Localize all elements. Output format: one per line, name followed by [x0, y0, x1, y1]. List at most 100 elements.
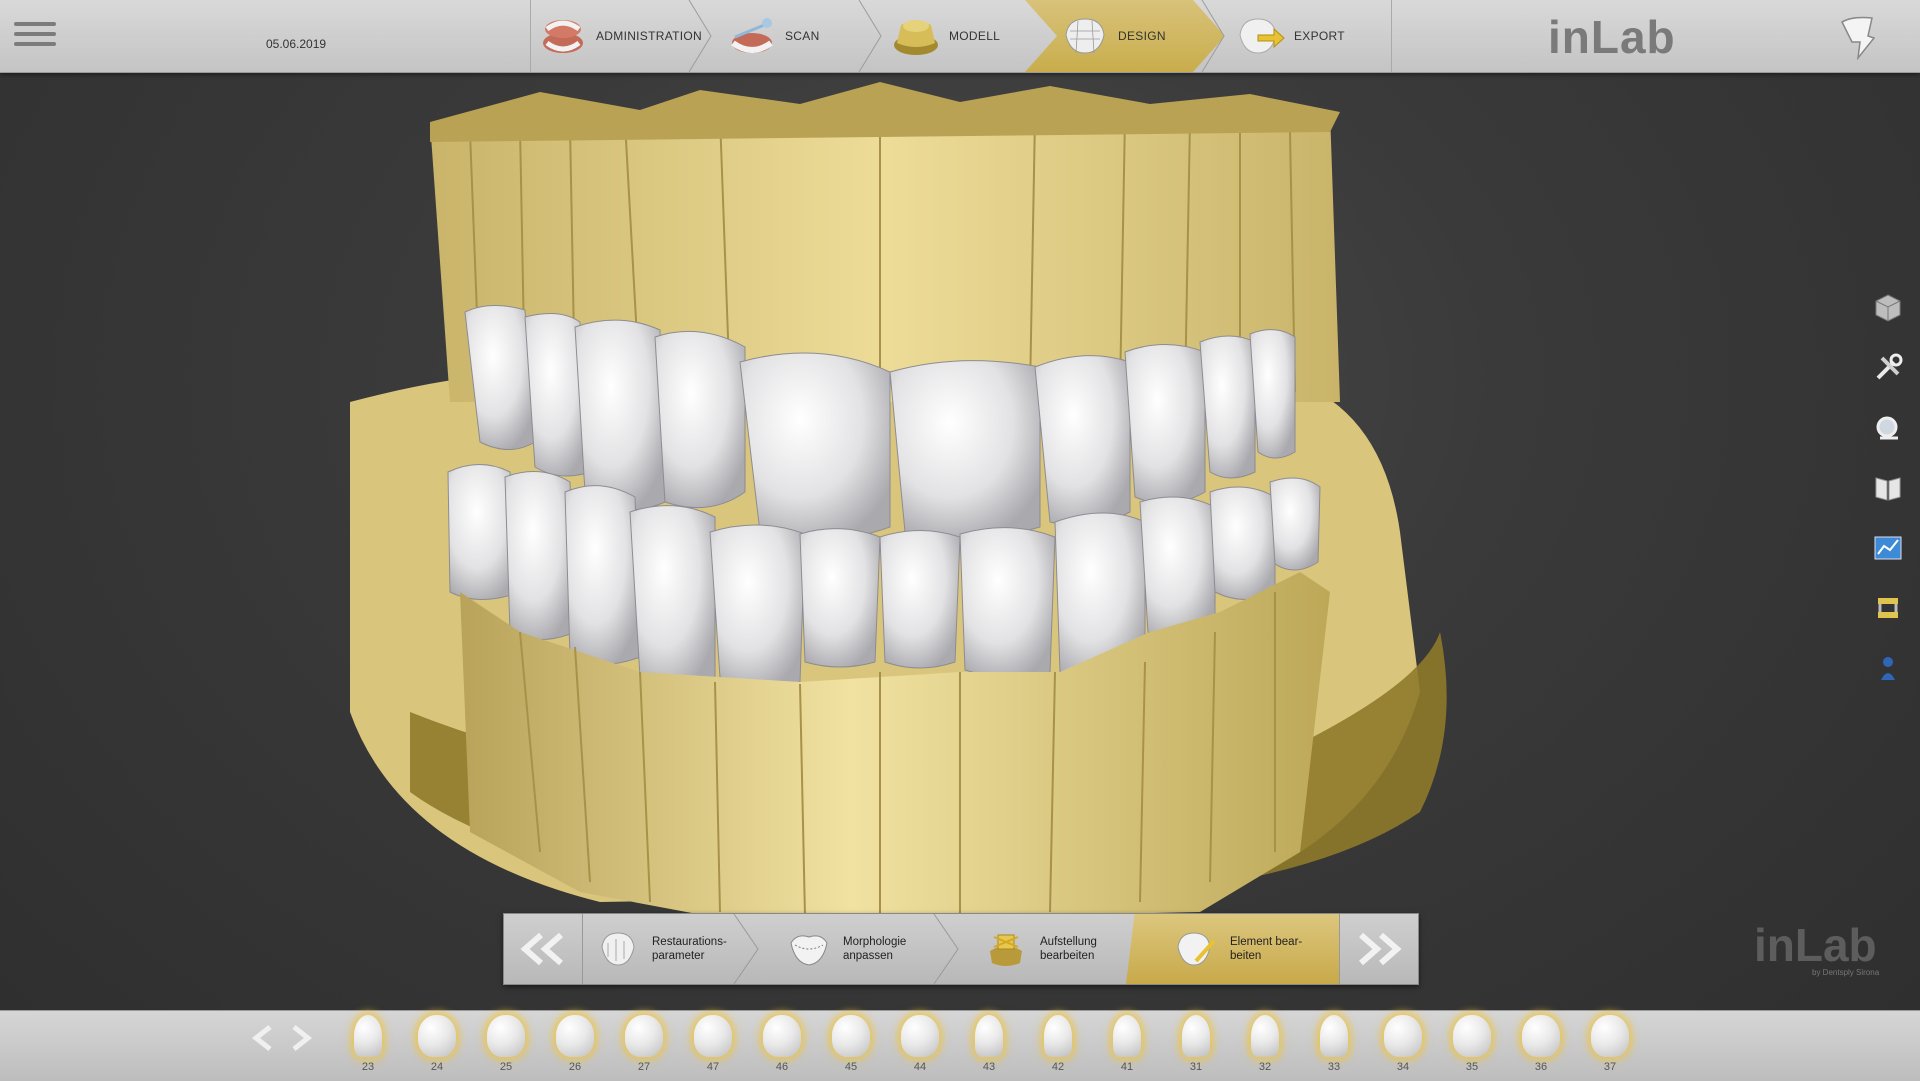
- tooth-36[interactable]: 36: [1516, 1013, 1566, 1075]
- tooth-43[interactable]: 43: [964, 1013, 1014, 1075]
- tooth-24[interactable]: 24: [412, 1013, 462, 1075]
- tooth-number: 27: [637, 1061, 651, 1073]
- tooth-33[interactable]: 33: [1309, 1013, 1359, 1075]
- design-icon: [1065, 18, 1105, 54]
- tooth-number: 46: [775, 1061, 789, 1073]
- phase-label: EXPORT: [1294, 29, 1345, 43]
- step-label: Aufstellung bearbeiten: [1040, 936, 1097, 962]
- tooth-number: 34: [1396, 1061, 1410, 1073]
- hamburger-menu-icon[interactable]: [14, 16, 56, 56]
- tooth-27[interactable]: 27: [619, 1013, 669, 1075]
- tooth-31[interactable]: 31: [1171, 1013, 1221, 1075]
- tooth-number: 32: [1258, 1061, 1272, 1073]
- case-date: 05.06.2019: [266, 37, 327, 51]
- right-toolbar: [1870, 290, 1910, 710]
- tooth-45[interactable]: 45: [826, 1013, 876, 1075]
- tooth-number: 23: [361, 1061, 375, 1073]
- top-bar: 05.06.2019 ADMINISTRATION SCAN MODELL DE…: [0, 0, 1920, 73]
- step-label: Element bear- beiten: [1230, 936, 1303, 962]
- tooth-number: 25: [499, 1061, 513, 1073]
- edit-element-icon: [1177, 932, 1216, 966]
- inlab-logo: inLab: [1548, 11, 1676, 63]
- tooth-number: 33: [1327, 1061, 1341, 1073]
- phase-separator: [1201, 0, 1225, 72]
- step-separator: [733, 914, 759, 984]
- tooth-47[interactable]: 47: [688, 1013, 738, 1075]
- design-workflow-bar: Restaurations- parameter Morphologie anp…: [503, 913, 1419, 985]
- tooth-number: 36: [1534, 1061, 1548, 1073]
- phase-scan[interactable]: SCAN: [727, 0, 820, 72]
- tooth-crown-icon: [556, 1015, 594, 1057]
- tooth-selection-strip: 23 24 25 26 27 47 46 45 44 43 42 41 31 32 33 34 35 36 37: [0, 1010, 1920, 1081]
- tooth-23[interactable]: 23: [343, 1013, 393, 1075]
- tooth-34[interactable]: 34: [1378, 1013, 1428, 1075]
- step-edit-element[interactable]: Element bear- beiten: [1174, 914, 1302, 984]
- phase-separator: [688, 0, 712, 72]
- tooth-crown-icon: [1320, 1015, 1348, 1057]
- dental-3d-viewport[interactable]: [0, 72, 1880, 1010]
- cube-view-icon[interactable]: [1870, 290, 1906, 326]
- tooth-crown-icon: [1591, 1015, 1629, 1057]
- tooth-crown-icon: [354, 1015, 382, 1057]
- step-setup[interactable]: Aufstellung bearbeiten: [984, 914, 1097, 984]
- tooth-44[interactable]: 44: [895, 1013, 945, 1075]
- tooth-number: 44: [913, 1061, 927, 1073]
- tooth-42[interactable]: 42: [1033, 1013, 1083, 1075]
- tooth-crown-icon: [625, 1015, 663, 1057]
- exit-icon[interactable]: [1838, 14, 1878, 60]
- tooth-crown-icon: [418, 1015, 456, 1057]
- tooth-32[interactable]: 32: [1240, 1013, 1290, 1075]
- previous-step-button[interactable]: [504, 914, 583, 984]
- phase-export[interactable]: EXPORT: [1236, 0, 1345, 72]
- magnifier-icon[interactable]: [1870, 410, 1906, 446]
- tooth-number: 43: [982, 1061, 996, 1073]
- tools-icon[interactable]: [1870, 350, 1906, 386]
- morphology-icon: [790, 935, 828, 966]
- tooth-37[interactable]: 37: [1585, 1013, 1635, 1075]
- tooth-number: 42: [1051, 1061, 1065, 1073]
- tooth-crown-icon: [487, 1015, 525, 1057]
- next-step-button[interactable]: [1339, 914, 1418, 984]
- double-chevron-left-icon: [520, 932, 563, 966]
- tooth-crown-icon: [1522, 1015, 1560, 1057]
- step-label: Morphologie anpassen: [843, 936, 907, 962]
- chart-icon[interactable]: [1870, 530, 1906, 566]
- phase-label: DESIGN: [1118, 29, 1166, 43]
- step-separator: [933, 914, 959, 984]
- tooth-25[interactable]: 25: [481, 1013, 531, 1075]
- tooth-crown-icon: [832, 1015, 870, 1057]
- phase-administration[interactable]: ADMINISTRATION: [538, 0, 702, 72]
- tooth-46[interactable]: 46: [757, 1013, 807, 1075]
- tooth-crown-icon: [1044, 1015, 1072, 1057]
- dentsply-sirona-label: by Dentsply Sirona: [1812, 968, 1880, 977]
- tooth-crown-icon: [694, 1015, 732, 1057]
- tooth-crown-icon: [1384, 1015, 1422, 1057]
- tooth-number: 26: [568, 1061, 582, 1073]
- tooth-crown-icon: [901, 1015, 939, 1057]
- tooth-crown-icon: [975, 1015, 1003, 1057]
- restoration-parameter-icon: [601, 932, 635, 966]
- double-chevron-right-icon: [1359, 932, 1402, 966]
- tooth-number: 47: [706, 1061, 720, 1073]
- strip-scroll-arrows-icon[interactable]: [248, 1023, 318, 1053]
- phase-design[interactable]: DESIGN: [1060, 0, 1166, 72]
- step-restoration-parameter[interactable]: Restaurations- parameter: [596, 914, 727, 984]
- phase-label: MODELL: [949, 29, 1001, 43]
- administration-icon: [543, 20, 583, 53]
- tooth-35[interactable]: 35: [1447, 1013, 1497, 1075]
- tooth-crown-icon: [1182, 1015, 1210, 1057]
- model-icon: [894, 20, 938, 55]
- phase-separator: [858, 0, 882, 72]
- figure-icon[interactable]: [1870, 650, 1906, 686]
- step-label: Restaurations- parameter: [652, 936, 727, 962]
- phase-modell[interactable]: MODELL: [891, 0, 1000, 72]
- tooth-26[interactable]: 26: [550, 1013, 600, 1075]
- tooth-41[interactable]: 41: [1102, 1013, 1152, 1075]
- export-icon: [1239, 18, 1285, 54]
- tooth-number: 24: [430, 1061, 444, 1073]
- articulator-icon[interactable]: [1870, 590, 1906, 626]
- tooth-number: 31: [1189, 1061, 1203, 1073]
- catalog-icon[interactable]: [1870, 470, 1906, 506]
- scan-icon: [731, 18, 773, 53]
- step-morphology[interactable]: Morphologie anpassen: [787, 914, 906, 984]
